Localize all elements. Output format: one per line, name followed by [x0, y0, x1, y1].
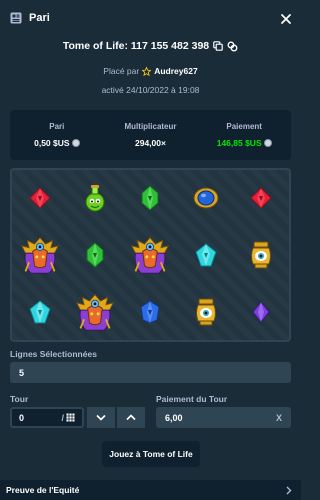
blue-amulet-symbol	[186, 178, 226, 218]
lines-label: Lignes Sélectionnées	[10, 349, 97, 359]
eye-urn-symbol	[241, 235, 281, 275]
placed-by-prefix: Placé par	[103, 66, 140, 76]
round-down-button[interactable]	[87, 407, 115, 428]
multiplier-value: 294,00×	[135, 138, 166, 148]
pharaoh-symbol	[130, 235, 170, 275]
coin-icon	[71, 139, 80, 147]
payout-stat: Paiement 146,85 $US	[197, 110, 291, 160]
round-payout-label: Paiement du Tour	[156, 394, 228, 404]
username-link[interactable]: Audrey627	[154, 66, 197, 76]
multiplier-label: Multiplicateur	[124, 122, 177, 131]
star-icon	[142, 66, 152, 76]
pharaoh-symbol	[75, 292, 115, 332]
date-text: activé 24/10/2022 à 19:08	[101, 85, 200, 95]
payout-label: Paiement	[226, 122, 262, 131]
green-gem-symbol	[130, 178, 170, 218]
chevron-up-icon	[126, 414, 136, 421]
bet-stats-panel: Pari 0,50 $US Multiplicateur 294,00× Pai…	[10, 110, 291, 160]
purple-gem-symbol	[241, 292, 281, 332]
cyan-gem-symbol	[186, 235, 226, 275]
game-id: Tome of Life: 117 155 482 398	[62, 40, 210, 52]
round-value: 0	[19, 412, 25, 423]
payout-value: 146,85 $US	[216, 138, 262, 148]
copy-icon[interactable]	[213, 41, 223, 51]
ticket-icon	[10, 12, 22, 24]
green-gem-symbol	[75, 235, 115, 275]
eye-urn-symbol	[186, 292, 226, 332]
red-gem-symbol	[20, 178, 60, 218]
blue-gem-symbol	[130, 292, 170, 332]
chevron-down-icon	[96, 414, 106, 421]
red-gem-symbol	[241, 178, 281, 218]
coin-icon	[263, 139, 272, 147]
pharaoh-symbol	[20, 235, 60, 275]
placed-by-line: Placé par Audrey627	[0, 66, 301, 76]
bet-stat: Pari 0,50 $US	[10, 110, 104, 160]
multiplier-stat: Multiplicateur 294,00×	[104, 110, 198, 160]
grid-icon	[66, 413, 75, 422]
modal-header: Pari	[0, 0, 301, 36]
lines-field: 5	[10, 362, 291, 383]
lines-value: 5	[19, 367, 25, 378]
round-payout-field: 6,00 X	[156, 407, 291, 428]
payout-value-row: 146,85 $US	[217, 138, 272, 148]
modal-title: Pari	[29, 12, 50, 24]
play-game-button[interactable]: Jouez à Tome of Life	[102, 441, 200, 467]
round-total: /	[61, 413, 75, 423]
round-up-button[interactable]	[117, 407, 145, 428]
slot-board	[10, 168, 291, 342]
bet-value-row: 0,50 $US	[34, 138, 80, 148]
cyan-gem-symbol	[20, 292, 60, 332]
bet-value: 0,50 $US	[34, 138, 70, 148]
close-icon[interactable]	[280, 12, 292, 24]
round-separator: /	[61, 412, 64, 423]
round-payout-value: 6,00	[165, 412, 183, 423]
link-icon[interactable]	[227, 41, 238, 52]
fairness-label: Preuve de l'Equité	[6, 485, 80, 495]
bet-label: Pari	[49, 122, 65, 131]
round-label: Tour	[10, 394, 29, 404]
game-title-line: Tome of Life: 117 155 482 398	[0, 40, 301, 52]
fairness-footer[interactable]: Preuve de l'Equité	[0, 480, 301, 500]
round-payout-suffix: X	[275, 412, 282, 423]
green-potion-symbol	[75, 178, 115, 218]
round-input[interactable]: 0 /	[10, 407, 84, 428]
chevron-right-icon	[284, 486, 293, 495]
